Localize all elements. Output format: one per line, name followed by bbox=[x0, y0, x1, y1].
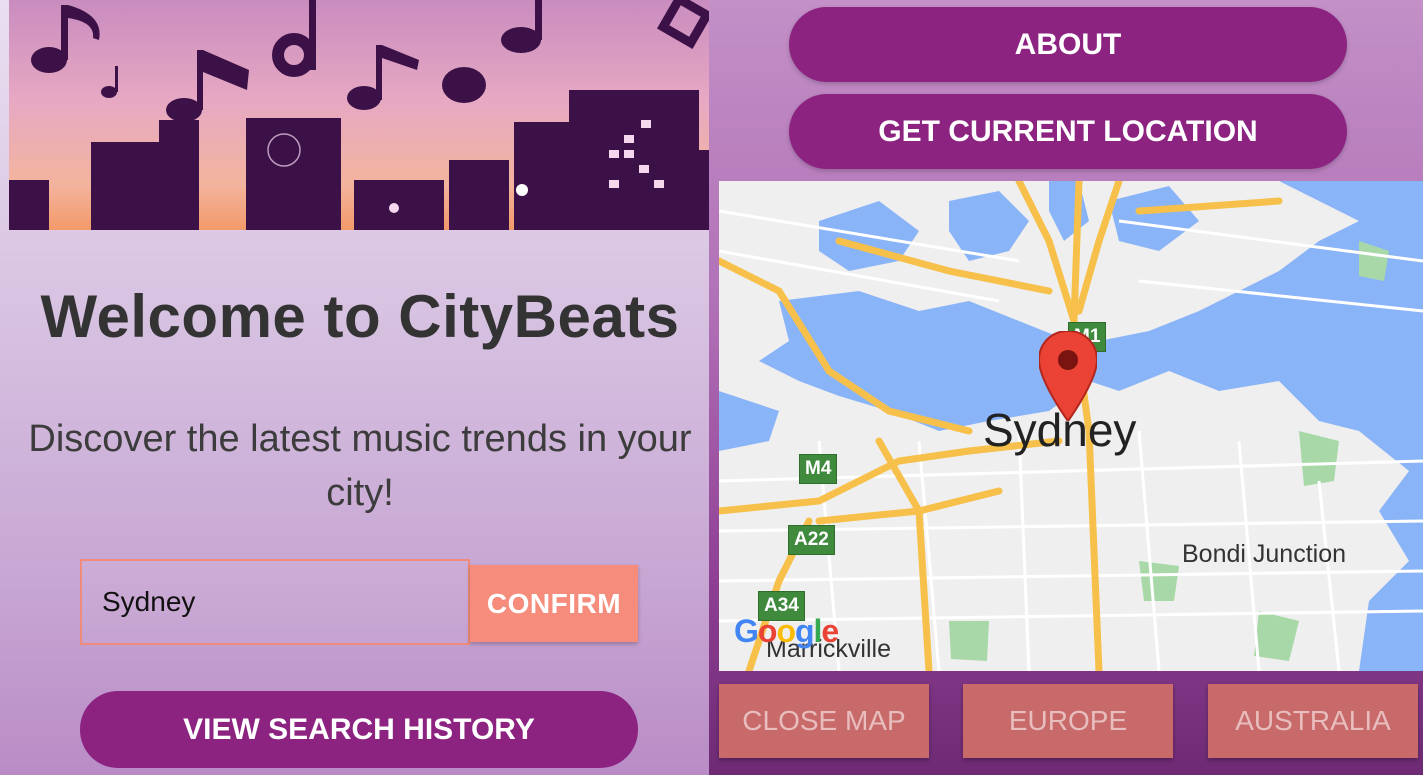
page-title: Welcome to CityBeats bbox=[40, 283, 680, 350]
home-screen: Welcome to CityBeats Discover the latest… bbox=[0, 0, 709, 775]
road-shield-a22: A22 bbox=[788, 525, 835, 555]
about-button[interactable]: ABOUT bbox=[789, 7, 1347, 82]
view-search-history-button[interactable]: VIEW SEARCH HISTORY bbox=[80, 691, 638, 768]
map-suburb-label: Bondi Junction bbox=[1182, 540, 1347, 568]
australia-button[interactable]: AUSTRALIA bbox=[1208, 684, 1418, 758]
header-banner-image bbox=[9, 0, 709, 230]
map-view[interactable]: M1 M4 A22 A34 Sydney Bondi Junction Marr… bbox=[719, 181, 1423, 671]
close-map-button[interactable]: CLOSE MAP bbox=[719, 684, 929, 758]
confirm-button[interactable]: CONFIRM bbox=[470, 565, 638, 642]
road-shield-m4: M4 bbox=[799, 454, 838, 484]
city-input[interactable] bbox=[80, 559, 470, 645]
google-logo: Google bbox=[734, 613, 839, 649]
get-current-location-button[interactable]: GET CURRENT LOCATION bbox=[789, 94, 1347, 169]
map-city-label: Sydney bbox=[983, 404, 1137, 456]
tagline-text: Discover the latest music trends in your… bbox=[28, 418, 692, 514]
map-screen: ABOUT GET CURRENT LOCATION M1 M4 A22 A34… bbox=[709, 0, 1423, 775]
europe-button[interactable]: EUROPE bbox=[963, 684, 1173, 758]
